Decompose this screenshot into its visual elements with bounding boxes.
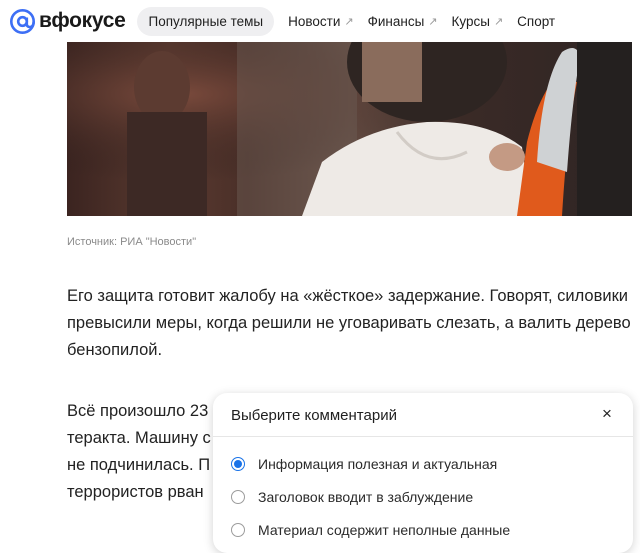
nav-item-label: Новости xyxy=(288,13,341,29)
article-paragraph: Его защита готовит жалобу на «жёсткое» з… xyxy=(67,287,631,359)
radio-checked-icon[interactable] xyxy=(231,457,245,471)
radio-icon[interactable] xyxy=(231,523,245,537)
nav-item-news[interactable]: Новости ↗ xyxy=(288,14,353,29)
site-logo[interactable]: вфокусе xyxy=(10,8,126,34)
nav-item-finance[interactable]: Финансы ↗ xyxy=(368,14,438,29)
feedback-option-misleading[interactable]: Заголовок вводит в заблуждение xyxy=(231,489,473,505)
article-photo xyxy=(67,42,632,216)
logo-text: вфокусе xyxy=(39,9,126,32)
article-photo-illustration xyxy=(67,42,632,216)
at-sign-logo-icon xyxy=(10,8,35,34)
nav-item-rates[interactable]: Курсы ↗ xyxy=(452,14,504,29)
top-navigation: вфокусе Популярные темы Новости ↗ Финанс… xyxy=(0,0,640,42)
close-icon[interactable]: × xyxy=(597,404,617,424)
option-label: Материал содержит неполные данные xyxy=(258,522,511,538)
nav-item-popular-topics[interactable]: Популярные темы xyxy=(137,6,275,36)
radio-icon[interactable] xyxy=(231,490,245,504)
external-link-icon: ↗ xyxy=(493,15,504,28)
dialog-title: Выберите комментарий xyxy=(231,407,397,424)
comment-feedback-dialog: Выберите комментарий × Информация полезн… xyxy=(213,393,633,553)
external-link-icon: ↗ xyxy=(428,15,438,28)
nav-item-label: Финансы xyxy=(367,13,425,29)
nav-item-label: Курсы xyxy=(451,13,490,29)
option-label: Заголовок вводит в заблуждение xyxy=(258,489,474,505)
image-source-caption: Источник: РИА "Новости" xyxy=(67,236,197,248)
feedback-option-useful[interactable]: Информация полезная и актуальная xyxy=(231,456,497,472)
external-link-icon: ↗ xyxy=(344,15,354,28)
nav-bar: Популярные темы Новости ↗ Финансы ↗ Курс… xyxy=(137,6,555,36)
option-label: Информация полезная и актуальная xyxy=(258,456,498,472)
nav-item-sport[interactable]: Спорт xyxy=(517,14,555,29)
feedback-option-incomplete[interactable]: Материал содержит неполные данные xyxy=(231,522,510,538)
nav-item-label: Спорт xyxy=(517,13,556,29)
divider xyxy=(213,436,633,437)
